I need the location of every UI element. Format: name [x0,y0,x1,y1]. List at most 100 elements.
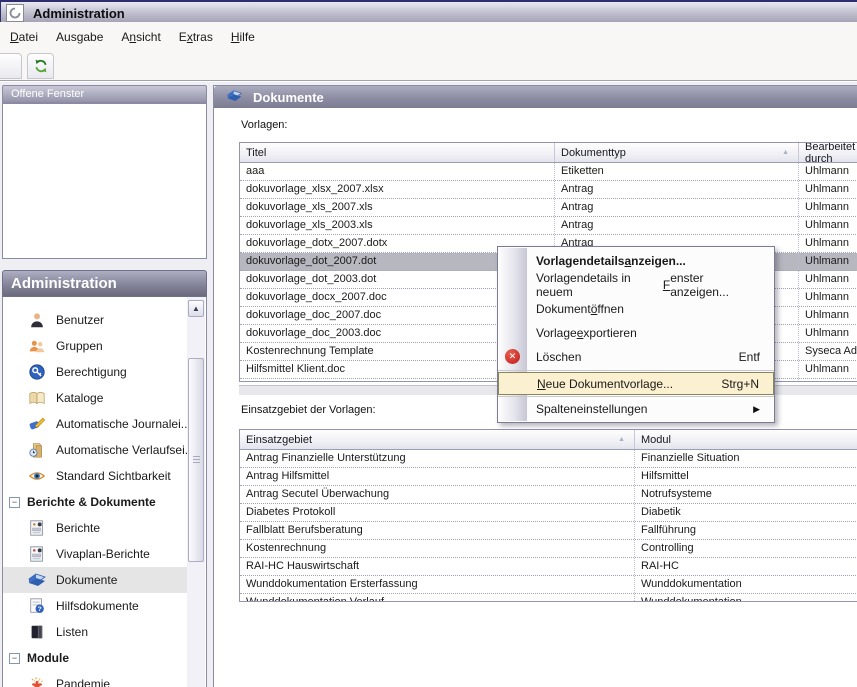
submenu-arrow-icon: ▶ [753,404,760,415]
window-title: Administration [33,6,125,21]
report-icon [27,544,47,564]
sidebar-item-label: Standard Sichtbarkeit [56,469,171,483]
sidebar-item-standard-sichtbarkeit[interactable]: Standard Sichtbarkeit [3,463,187,489]
dokumente-header: Dokumente [214,86,857,108]
column-header-einsatzgebiet[interactable]: Einsatzgebiet▲ [240,430,635,449]
administration-panel-title: Administration [11,275,117,292]
catalog-icon [27,388,47,408]
table-row[interactable]: dokuvorlage_xlsx_2007.xlsxAntragUhlmann [240,181,857,199]
column-header-modul[interactable]: Modul [635,430,857,449]
vorlagen-label: Vorlagen: [241,119,287,131]
table-row[interactable]: dokuvorlage_xls_2007.xlsAntragUhlmann [240,199,857,217]
table-row[interactable]: Wunddokumentation ErsterfassungWunddokum… [240,576,857,594]
sidebar-item-label: Listen [56,625,88,639]
sidebar-item-pandemie[interactable]: Pandemie [3,671,187,687]
help-document-icon: ? [27,596,47,616]
refresh-icon [33,58,49,74]
page-title: Dokumente [253,90,324,105]
toolbar-divider-highlight [0,81,857,82]
journal-icon [27,414,47,434]
table-row[interactable]: Antrag HilfsmittelHilfsmittel [240,468,857,486]
table-row[interactable]: aaaEtikettenUhlmann [240,163,857,181]
delete-icon: ✕ [505,349,520,364]
menu-ansicht[interactable]: Ansicht [114,27,167,47]
refresh-button[interactable] [27,53,54,79]
table-row[interactable]: RAI-HC HauswirtschaftRAI-HC [240,558,857,576]
einsatzgebiet-label: Einsatzgebiet der Vorlagen: [241,404,376,416]
scrollbar-thumb[interactable] [188,358,204,562]
pandemic-icon [27,674,47,687]
sidebar-item-benutzer[interactable]: Benutzer [3,307,187,333]
sidebar-item-kataloge[interactable]: Kataloge [3,385,187,411]
sidebar-item-label: Berichte [56,521,100,535]
column-header-titel[interactable]: Titel [240,143,555,162]
book-icon [226,88,243,107]
menu-bar: Datei Ausgabe Ansicht Extras Hilfe [0,22,857,52]
menu-ausgabe[interactable]: Ausgabe [49,27,110,47]
column-header-dokumenttyp[interactable]: Dokumenttyp▲ [555,143,799,162]
collapse-icon[interactable]: − [9,653,20,664]
sidebar-group-label: Berichte & Dokumente [27,495,156,509]
swirl-logo-icon [9,7,21,19]
menu-item-spalteneinstellungen[interactable]: Spalteneinstellungen ▶ [498,398,774,420]
history-icon [27,440,47,460]
context-menu: Vorlagendetails anzeigen... Vorlagendeta… [497,246,775,423]
table-row[interactable]: Diabetes ProtokollDiabetik [240,504,857,522]
sidebar-item-label: Kataloge [56,391,103,405]
menu-separator [498,396,774,397]
sidebar-item-label: Dokumente [56,573,117,587]
menu-hilfe[interactable]: Hilfe [224,27,262,47]
sidebar-item-berechtigung[interactable]: Berechtigung [3,359,187,385]
binder-icon [27,622,47,642]
title-bar: Administration [0,0,857,24]
sidebar-item-dokumente[interactable]: Dokumente [3,567,187,593]
menu-item-neue-dokumentvorlage[interactable]: Neue Dokumentvorlage... Strg+N [498,372,774,395]
sidebar-item-label: Automatische Verlaufsei... [56,443,195,457]
sidebar-item-vivaplan-berichte[interactable]: Vivaplan-Berichte [3,541,187,567]
scrollbar-up-arrow[interactable]: ▲ [188,300,204,317]
toolbar-button-blank[interactable] [0,53,22,79]
documents-icon [27,570,47,590]
shortcut-strg-n: Strg+N [721,377,759,391]
sort-asc-icon: ▲ [782,149,789,156]
administration-nav: Benutzer Gruppen Berechtigung Kataloge A… [2,297,207,687]
sidebar-scrollbar[interactable]: ▲ [187,297,205,687]
menu-item-vorlagendetails-anzeigen[interactable]: Vorlagendetails anzeigen... [498,249,774,273]
collapse-icon[interactable]: − [9,497,20,508]
app-icon [6,4,24,22]
eye-icon [27,466,47,486]
report-icon [27,518,47,538]
menu-item-loeschen[interactable]: ✕ Löschen Entf [498,345,774,369]
sidebar-item-berichte[interactable]: Berichte [3,515,187,541]
sidebar-item-listen[interactable]: Listen [3,619,187,645]
menu-item-vorlage-exportieren[interactable]: Vorlage exportieren [498,321,774,345]
table-row[interactable]: Antrag Secutel ÜberwachungNotrufsysteme [240,486,857,504]
table-row[interactable]: dokuvorlage_xls_2003.xlsAntragUhlmann [240,217,857,235]
sidebar-item-automatische-journaleintraege[interactable]: Automatische Journalei... [3,411,187,437]
permission-icon [27,362,47,382]
table-row[interactable]: Antrag Finanzielle UnterstützungFinanzie… [240,450,857,468]
open-windows-header-label: Offene Fenster [11,88,84,100]
sidebar-group-module[interactable]: − Module [3,645,206,671]
sort-asc-icon: ▲ [618,436,625,443]
sidebar-item-hilfsdokumente[interactable]: ? Hilfsdokumente [3,593,187,619]
menu-item-vorlagendetails-neues-fenster[interactable]: Vorlagendetails in neuem Fenster anzeige… [498,273,774,297]
svg-text:?: ? [38,606,42,613]
menu-datei[interactable]: Datei [3,27,45,47]
sidebar-group-berichte-dokumente[interactable]: − Berichte & Dokumente [3,489,206,515]
sidebar-item-label: Automatische Journalei... [56,417,191,431]
menu-extras[interactable]: Extras [172,27,220,47]
menu-item-dokument-oeffnen[interactable]: Dokument öffnen [498,297,774,321]
sidebar-item-automatische-verlaufseintraege[interactable]: Automatische Verlaufsei... [3,437,187,463]
usage-table: Einsatzgebiet▲ Modul Antrag Finanzielle … [239,429,857,602]
shortcut-entf: Entf [739,350,760,364]
administration-panel-header: Administration [2,270,207,297]
sidebar-item-gruppen[interactable]: Gruppen [3,333,187,359]
open-windows-list[interactable] [2,103,207,259]
usage-table-header: Einsatzgebiet▲ Modul [240,430,857,450]
table-row[interactable]: Fallblatt BerufsberatungFallführung [240,522,857,540]
column-header-bearbeitet-durch[interactable]: Bearbeitet durch [799,143,857,162]
open-windows-header: Offene Fenster [2,85,207,103]
table-row[interactable]: Wunddokumentation VerlaufWunddokumentati… [240,594,857,602]
table-row[interactable]: KostenrechnungControlling [240,540,857,558]
